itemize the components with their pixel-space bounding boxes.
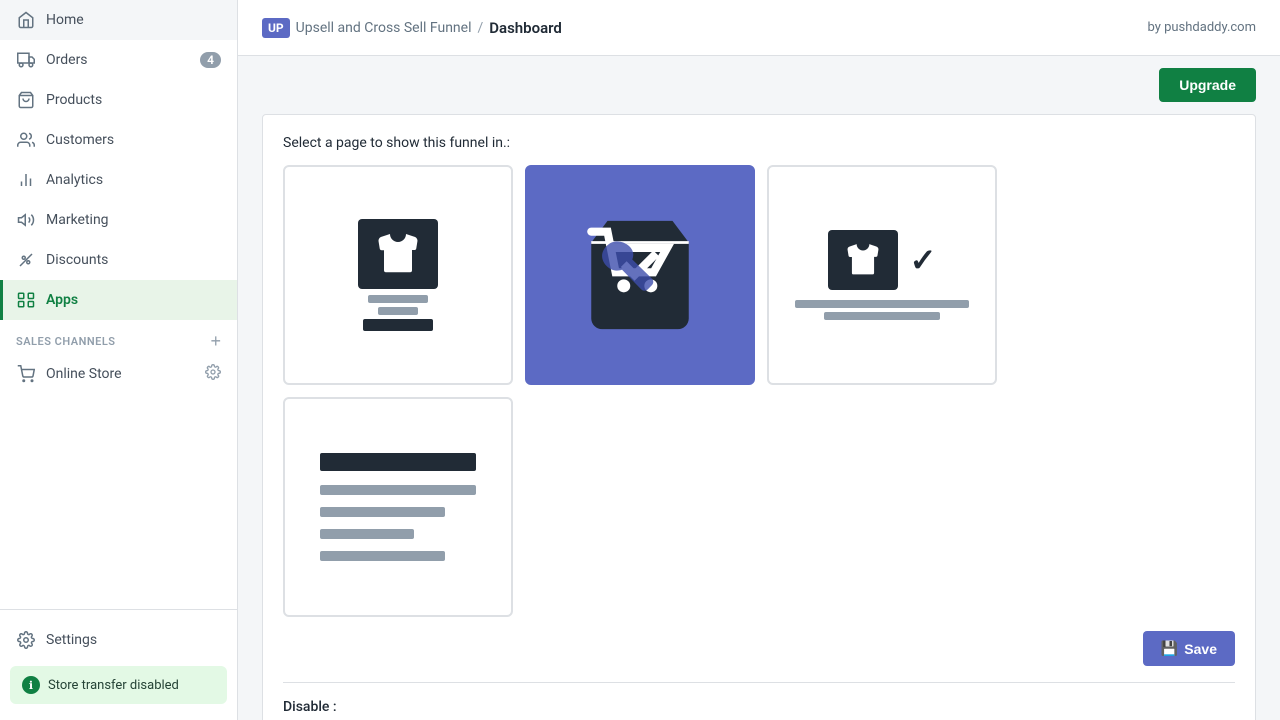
product-line3 <box>363 319 433 331</box>
sidebar-item-settings[interactable]: Settings <box>0 620 237 660</box>
save-button[interactable]: 💾 Save <box>1143 631 1235 666</box>
product-line2 <box>378 307 418 315</box>
content-area: Upgrade Select a page to show this funne… <box>238 56 1280 720</box>
order-lines <box>785 300 979 320</box>
page-option-receipt[interactable] <box>283 397 513 617</box>
online-store-settings-icon <box>205 364 221 384</box>
page-option-product-inner <box>285 167 511 383</box>
sidebar-item-customers[interactable]: Customers <box>0 120 237 160</box>
orders-icon <box>16 50 36 70</box>
receipt-icon <box>320 453 475 561</box>
sidebar-item-home-label: Home <box>46 12 84 28</box>
product-tshirt-icon <box>358 219 438 289</box>
store-transfer-icon: ℹ <box>22 676 40 694</box>
analytics-icon <box>16 170 36 190</box>
product-line1 <box>368 295 428 303</box>
disable-label: Disable : <box>283 699 1235 715</box>
sidebar-item-marketing-label: Marketing <box>46 212 109 228</box>
order-icon: ✓ <box>828 230 937 290</box>
sidebar-item-analytics-label: Analytics <box>46 172 103 188</box>
receipt-line3 <box>320 529 413 539</box>
receipt-header-line <box>320 453 475 471</box>
orders-badge: 4 <box>200 52 221 68</box>
page-selector-label: Select a page to show this funnel in.: <box>283 135 1235 151</box>
page-option-cart-inner <box>527 167 753 383</box>
check-icon: ✓ <box>910 241 937 279</box>
sidebar: Home Orders 4 Products Customers A <box>0 0 238 720</box>
save-label: Save <box>1184 641 1217 657</box>
page-options: ✓ <box>283 165 1235 617</box>
sidebar-item-products[interactable]: Products <box>0 80 237 120</box>
main-area: UP Upsell and Cross Sell Funnel / Dashbo… <box>238 0 1280 720</box>
divider1 <box>283 682 1235 683</box>
store-transfer-bar: ℹ Store transfer disabled <box>10 666 227 704</box>
sidebar-item-analytics[interactable]: Analytics <box>0 160 237 200</box>
sidebar-item-discounts[interactable]: Discounts <box>0 240 237 280</box>
customers-icon <box>16 130 36 150</box>
sidebar-item-discounts-label: Discounts <box>46 252 108 268</box>
sidebar-nav: Home Orders 4 Products Customers A <box>0 0 237 609</box>
sidebar-item-orders[interactable]: Orders 4 <box>0 40 237 80</box>
apps-icon <box>16 290 36 310</box>
breadcrumb: UP Upsell and Cross Sell Funnel / Dashbo… <box>262 18 562 38</box>
receipt-line2 <box>320 507 444 517</box>
page-option-product[interactable] <box>283 165 513 385</box>
funnel-card: Select a page to show this funnel in.: <box>262 114 1256 720</box>
sales-channels-header: SALES CHANNELS + <box>0 320 237 354</box>
app-logo: UP <box>262 18 290 38</box>
page-option-order[interactable]: ✓ <box>767 165 997 385</box>
receipt-line4 <box>320 551 444 561</box>
discounts-icon <box>16 250 36 270</box>
topbar: UP Upsell and Cross Sell Funnel / Dashbo… <box>238 0 1280 56</box>
settings-icon <box>16 630 36 650</box>
save-row: 💾 Save <box>283 631 1235 666</box>
products-icon <box>16 90 36 110</box>
sidebar-item-products-label: Products <box>46 92 102 108</box>
topbar-by-text: by pushdaddy.com <box>1147 20 1256 35</box>
page-option-cart[interactable] <box>525 165 755 385</box>
sidebar-item-apps[interactable]: Apps <box>0 280 237 320</box>
breadcrumb-current-page: Dashboard <box>489 19 562 37</box>
disable-section: Disable : Mobile Only Desktop All No <box>283 699 1235 720</box>
store-transfer-label: Store transfer disabled <box>48 678 179 693</box>
home-icon <box>16 10 36 30</box>
cart-icon-wrap <box>575 210 705 340</box>
sidebar-item-online-store-label: Online Store <box>46 366 122 382</box>
marketing-icon <box>16 210 36 230</box>
upgrade-button[interactable]: Upgrade <box>1159 68 1256 102</box>
order-tshirt-icon <box>828 230 898 290</box>
save-icon: 💾 <box>1161 640 1178 657</box>
page-selector-section: Select a page to show this funnel in.: <box>283 135 1235 666</box>
sidebar-item-online-store[interactable]: Online Store <box>0 354 237 394</box>
sidebar-item-orders-label: Orders <box>46 52 88 68</box>
online-store-icon <box>16 364 36 384</box>
sidebar-item-marketing[interactable]: Marketing <box>0 200 237 240</box>
page-option-receipt-inner <box>285 399 511 615</box>
add-sales-channel-button[interactable]: + <box>210 332 221 350</box>
receipt-line1 <box>320 485 475 495</box>
upgrade-bar: Upgrade <box>238 56 1280 114</box>
settings-label: Settings <box>46 632 97 648</box>
page-option-order-inner: ✓ <box>769 167 995 383</box>
sidebar-item-home[interactable]: Home <box>0 0 237 40</box>
sidebar-footer: Settings ℹ Store transfer disabled <box>0 609 237 720</box>
sidebar-item-apps-label: Apps <box>46 292 78 308</box>
breadcrumb-separator: / <box>477 20 483 36</box>
breadcrumb-app-name: Upsell and Cross Sell Funnel <box>296 20 472 36</box>
sidebar-item-customers-label: Customers <box>46 132 114 148</box>
